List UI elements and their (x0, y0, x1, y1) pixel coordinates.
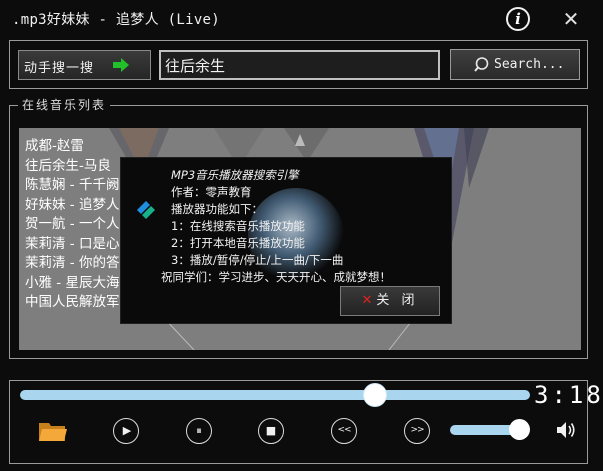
list-item[interactable]: 贺一航 - 一个人 (25, 215, 120, 235)
search-icon (474, 57, 489, 72)
search-button-label: Search... (494, 57, 565, 72)
close-icon[interactable]: ✕ (560, 8, 582, 30)
about-line: 1：在线搜索音乐播放功能 (171, 219, 305, 233)
previous-icon: << (337, 425, 351, 435)
info-icon[interactable]: i (506, 7, 530, 31)
list-item[interactable]: 好妹妹 - 追梦人 (25, 196, 120, 216)
progress-thumb[interactable] (364, 384, 386, 406)
song-list: 成都-赵雷 往后余生-马良 陈慧娴 - 千千阙 好妹妹 - 追梦人 贺一航 - … (25, 137, 120, 313)
about-line: 2：打开本地音乐播放功能 (171, 236, 305, 250)
folder-icon[interactable] (38, 419, 68, 443)
speaker-icon[interactable] (555, 419, 577, 441)
list-item[interactable]: 中国人民解放军 (25, 293, 120, 313)
song-list-legend: 在线音乐列表 (18, 96, 111, 113)
list-item[interactable]: 茉莉清 - 口是心 (25, 235, 120, 255)
pause-icon: ⏸ (196, 424, 202, 437)
app-logo-icon (137, 201, 155, 219)
about-line: 播放器功能如下： (171, 202, 263, 216)
close-x-icon: ✕ (361, 293, 373, 308)
list-item[interactable]: 茉莉清 - 你的答 (25, 254, 120, 274)
time-display: 3:18 (534, 381, 603, 409)
about-line: 祝同学们：学习进步、天天开心、成就梦想！ (161, 270, 391, 284)
about-line: MP3音乐播放器搜索引擎 (171, 168, 299, 182)
window-title: .mp3好妹妹 - 追梦人 (Live) (12, 12, 221, 28)
next-icon: >> (410, 425, 424, 435)
next-button[interactable]: >> (404, 418, 430, 444)
arrow-right-icon (113, 58, 129, 72)
dialog-close-button[interactable]: ✕ 关 闭 (340, 286, 440, 316)
pause-button[interactable]: ⏸ (186, 418, 212, 444)
volume-thumb[interactable] (509, 419, 530, 440)
stop-button[interactable]: ■ (258, 418, 284, 444)
progress-bar[interactable] (20, 390, 530, 400)
search-label: 动手搜一搜 (24, 61, 95, 76)
list-item[interactable]: 小雅 - 星辰大海 (25, 274, 120, 294)
list-item[interactable]: 成都-赵雷 (25, 137, 120, 157)
stop-icon: ■ (265, 424, 277, 437)
about-line: 作者：零声教育 (171, 185, 252, 199)
search-input[interactable] (159, 50, 440, 80)
dialog-close-label: 关 闭 (376, 293, 419, 308)
about-line: 3：播放/暂停/停止/上一曲/下一曲 (171, 253, 344, 267)
play-icon: ▶ (122, 424, 132, 437)
list-item[interactable]: 陈慧娴 - 千千阙 (25, 176, 120, 196)
play-button[interactable]: ▶ (113, 418, 139, 444)
previous-button[interactable]: << (331, 418, 357, 444)
list-item[interactable]: 往后余生-马良 (25, 157, 120, 177)
about-text: MP3音乐播放器搜索引擎 作者：零声教育 播放器功能如下： 1：在线搜索音乐播放… (161, 167, 391, 286)
